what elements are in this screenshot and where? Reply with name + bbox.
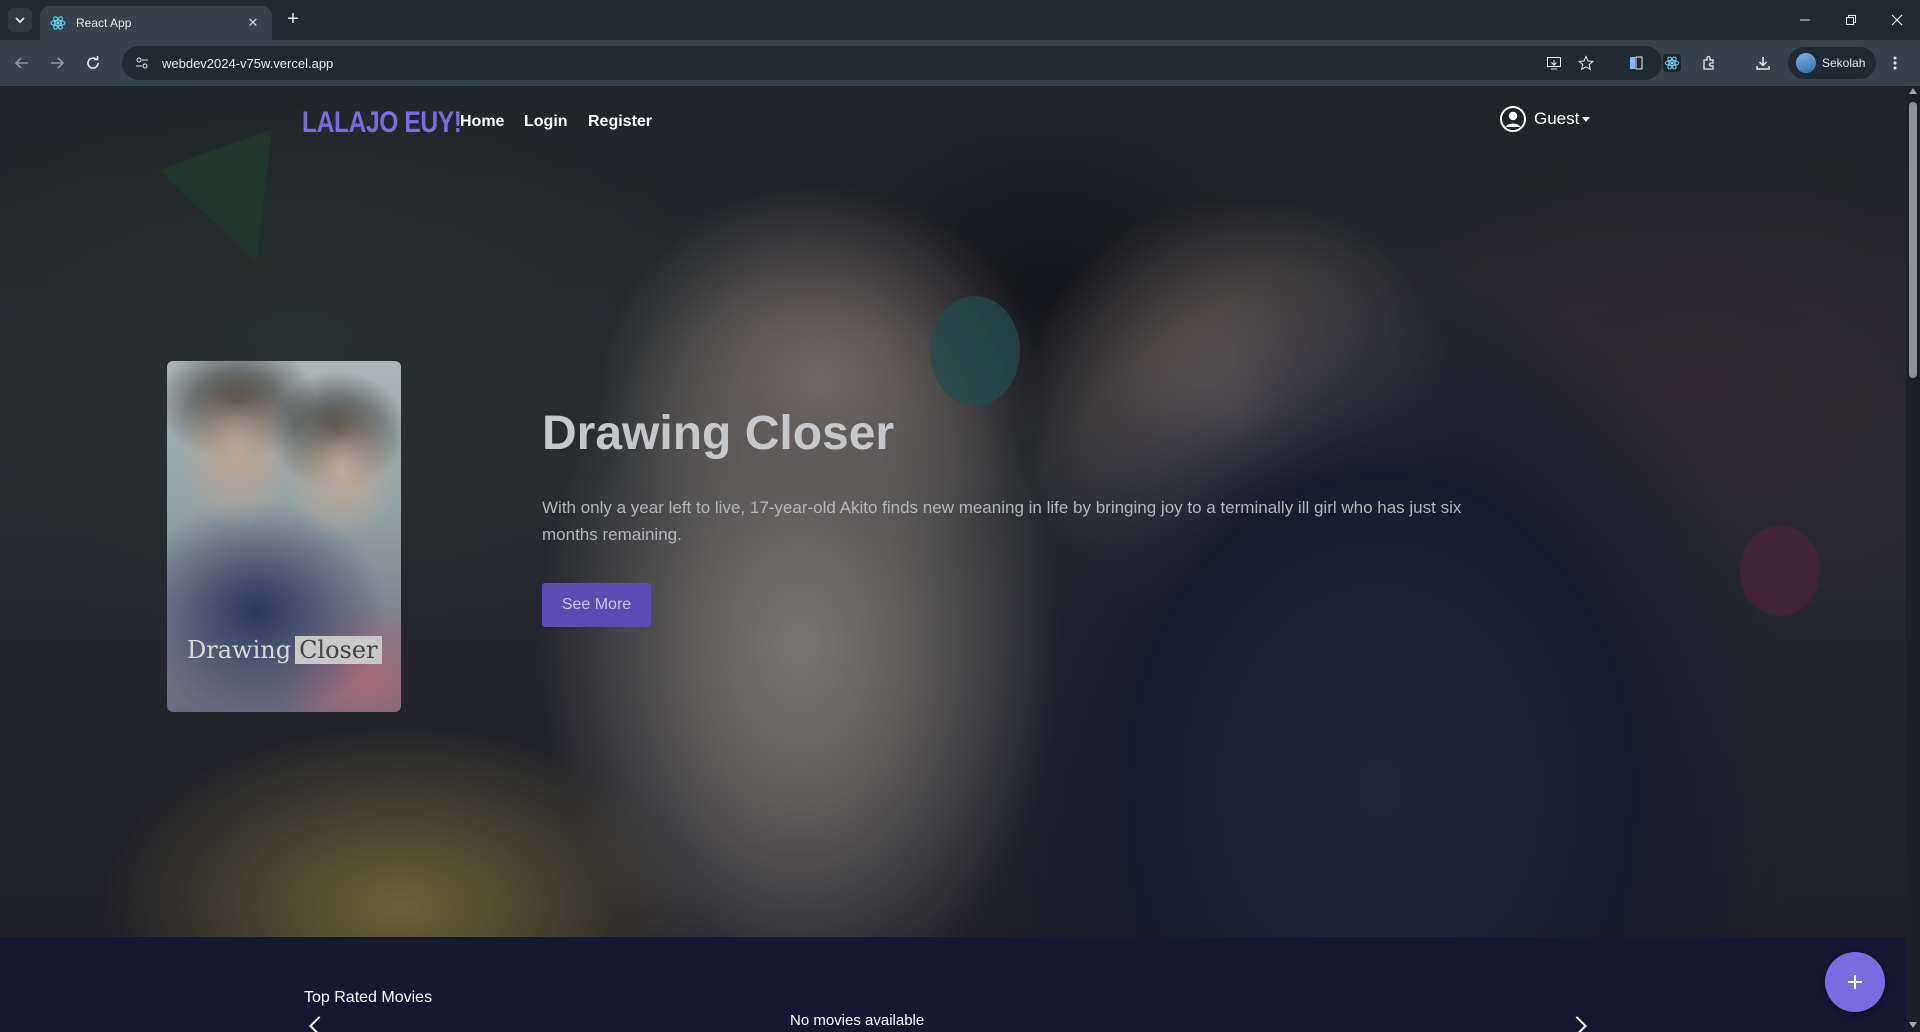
close-window-icon[interactable] — [1882, 8, 1912, 32]
nav-login-link[interactable]: Login — [524, 113, 568, 131]
bookmark-star-icon[interactable] — [1576, 53, 1596, 73]
section-title: Top Rated Movies — [304, 989, 433, 1006]
hero-banner: LALAJO EUY! Home Login Register Guest Dr… — [0, 86, 1906, 937]
chevron-right-icon[interactable] — [1567, 1016, 1587, 1032]
reading-list-icon[interactable] — [1625, 52, 1647, 74]
address-bar[interactable]: webdev2024-v75w.vercel.app — [122, 46, 1662, 80]
empty-state-text: No movies available — [790, 1012, 925, 1029]
movie-description: With only a year left to live, 17-year-o… — [542, 498, 1462, 544]
top-rated-section: Top Rated Movies No movies available — [0, 937, 1906, 1032]
back-icon[interactable] — [10, 51, 34, 75]
scroll-down-arrow[interactable] — [1909, 1022, 1917, 1028]
user-circle-icon — [1500, 106, 1526, 132]
forward-icon[interactable] — [45, 51, 69, 75]
site-info-icon[interactable] — [132, 53, 152, 73]
user-menu-label: Guest — [1534, 109, 1580, 128]
browser-toolbar: webdev2024-v75w.vercel.app Sekolah — [0, 40, 1920, 86]
extensions-icon[interactable] — [1698, 52, 1720, 74]
minimize-icon[interactable] — [1790, 8, 1820, 32]
profile-name: Sekolah — [1822, 56, 1866, 70]
chevron-left-icon[interactable] — [309, 1016, 329, 1032]
browser-tab-bar: React App ✕ + — [0, 0, 1920, 40]
page-viewport: LALAJO EUY! Home Login Register Guest Dr… — [0, 86, 1920, 1032]
brand-logo[interactable]: LALAJO EUY! — [302, 106, 462, 140]
restore-icon[interactable] — [1836, 8, 1866, 32]
react-devtools-icon[interactable] — [1661, 52, 1683, 74]
nav-home-link[interactable]: Home — [460, 113, 504, 131]
install-app-icon[interactable] — [1544, 53, 1564, 73]
poster-title-b: Closer — [295, 636, 382, 664]
nav-register-link[interactable]: Register — [588, 113, 652, 131]
tab-list-icon[interactable] — [8, 8, 32, 32]
reload-icon[interactable] — [81, 51, 105, 75]
profile-button[interactable]: Sekolah — [1788, 47, 1876, 79]
plus-icon[interactable]: + — [282, 9, 304, 31]
poster-title: Drawing Closer — [187, 636, 382, 664]
react-icon — [50, 15, 66, 31]
url-text: webdev2024-v75w.vercel.app — [162, 55, 334, 71]
poster-title-a: Drawing — [187, 636, 292, 664]
movie-title: Drawing Closer — [542, 407, 895, 460]
close-icon[interactable]: ✕ — [244, 15, 262, 31]
see-more-button[interactable]: See More — [542, 583, 651, 627]
site-navbar: LALAJO EUY! Home Login Register Guest — [302, 102, 1602, 142]
user-menu[interactable]: Guest — [1500, 106, 1591, 132]
download-icon[interactable] — [1752, 52, 1774, 74]
movie-poster[interactable]: Drawing Closer — [167, 361, 401, 712]
menu-icon[interactable] — [1884, 52, 1906, 74]
tab-title: React App — [76, 16, 132, 30]
plus-icon — [1848, 975, 1862, 989]
scroll-thumb[interactable] — [1909, 102, 1917, 378]
chevron-down-icon — [1582, 116, 1591, 122]
add-button[interactable] — [1825, 952, 1885, 1012]
scroll-up-arrow[interactable] — [1909, 88, 1917, 94]
avatar — [1796, 53, 1816, 73]
page-scrollbar[interactable] — [1906, 86, 1920, 1032]
browser-tab[interactable]: React App ✕ — [40, 6, 272, 40]
